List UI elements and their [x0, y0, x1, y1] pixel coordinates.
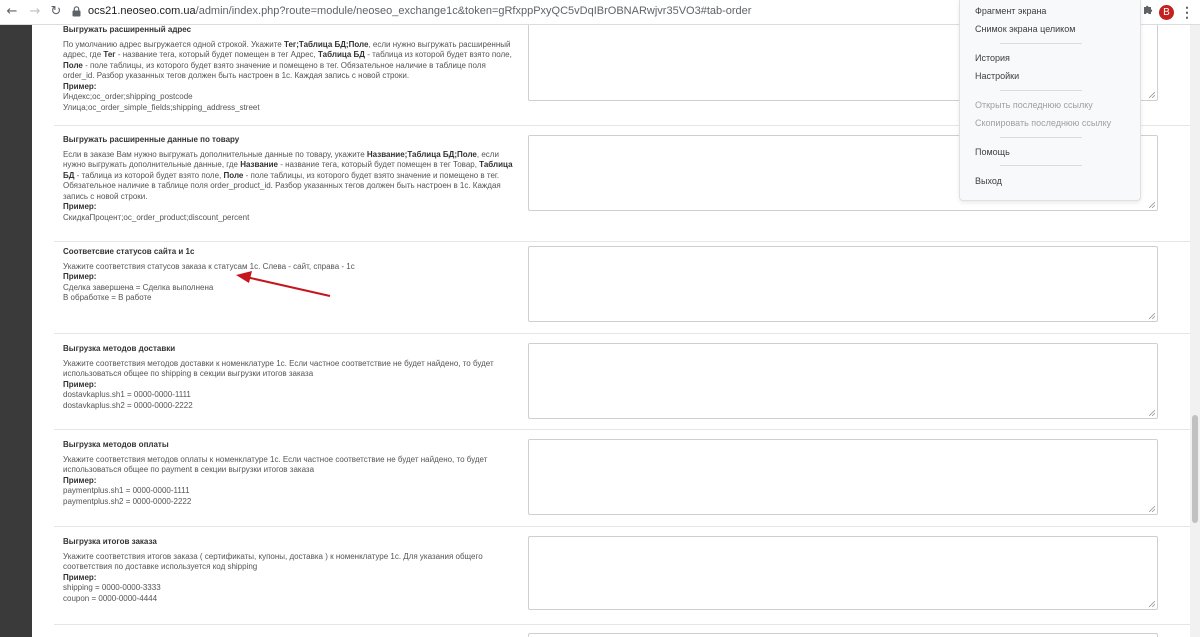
menu-divider [1000, 43, 1082, 44]
arrow-head [236, 271, 252, 283]
menu-item-logout[interactable]: Выход [975, 175, 1002, 187]
scrollbar-thumb[interactable] [1192, 415, 1198, 523]
menu-item-copy-last-link[interactable]: Скопировать последнюю ссылку [975, 117, 1111, 129]
menu-divider [1000, 137, 1082, 138]
menu-item-open-last-link[interactable]: Открыть последнюю ссылку [975, 99, 1093, 111]
menu-divider [1000, 165, 1082, 166]
menu-item-history[interactable]: История [975, 52, 1010, 64]
menu-item-screen-fragment[interactable]: Фрагмент экрана [975, 5, 1046, 17]
scrollbar-track[interactable] [1190, 25, 1200, 637]
menu-item-help[interactable]: Помощь [975, 146, 1010, 158]
menu-item-settings[interactable]: Настройки [975, 70, 1019, 82]
menu-item-full-screenshot[interactable]: Снимок экрана целиком [975, 23, 1075, 35]
menu-divider [1000, 90, 1082, 91]
arrow-shaft [245, 276, 331, 297]
extension-menu: Фрагмент экрана Снимок экрана целиком Ис… [959, 0, 1141, 201]
